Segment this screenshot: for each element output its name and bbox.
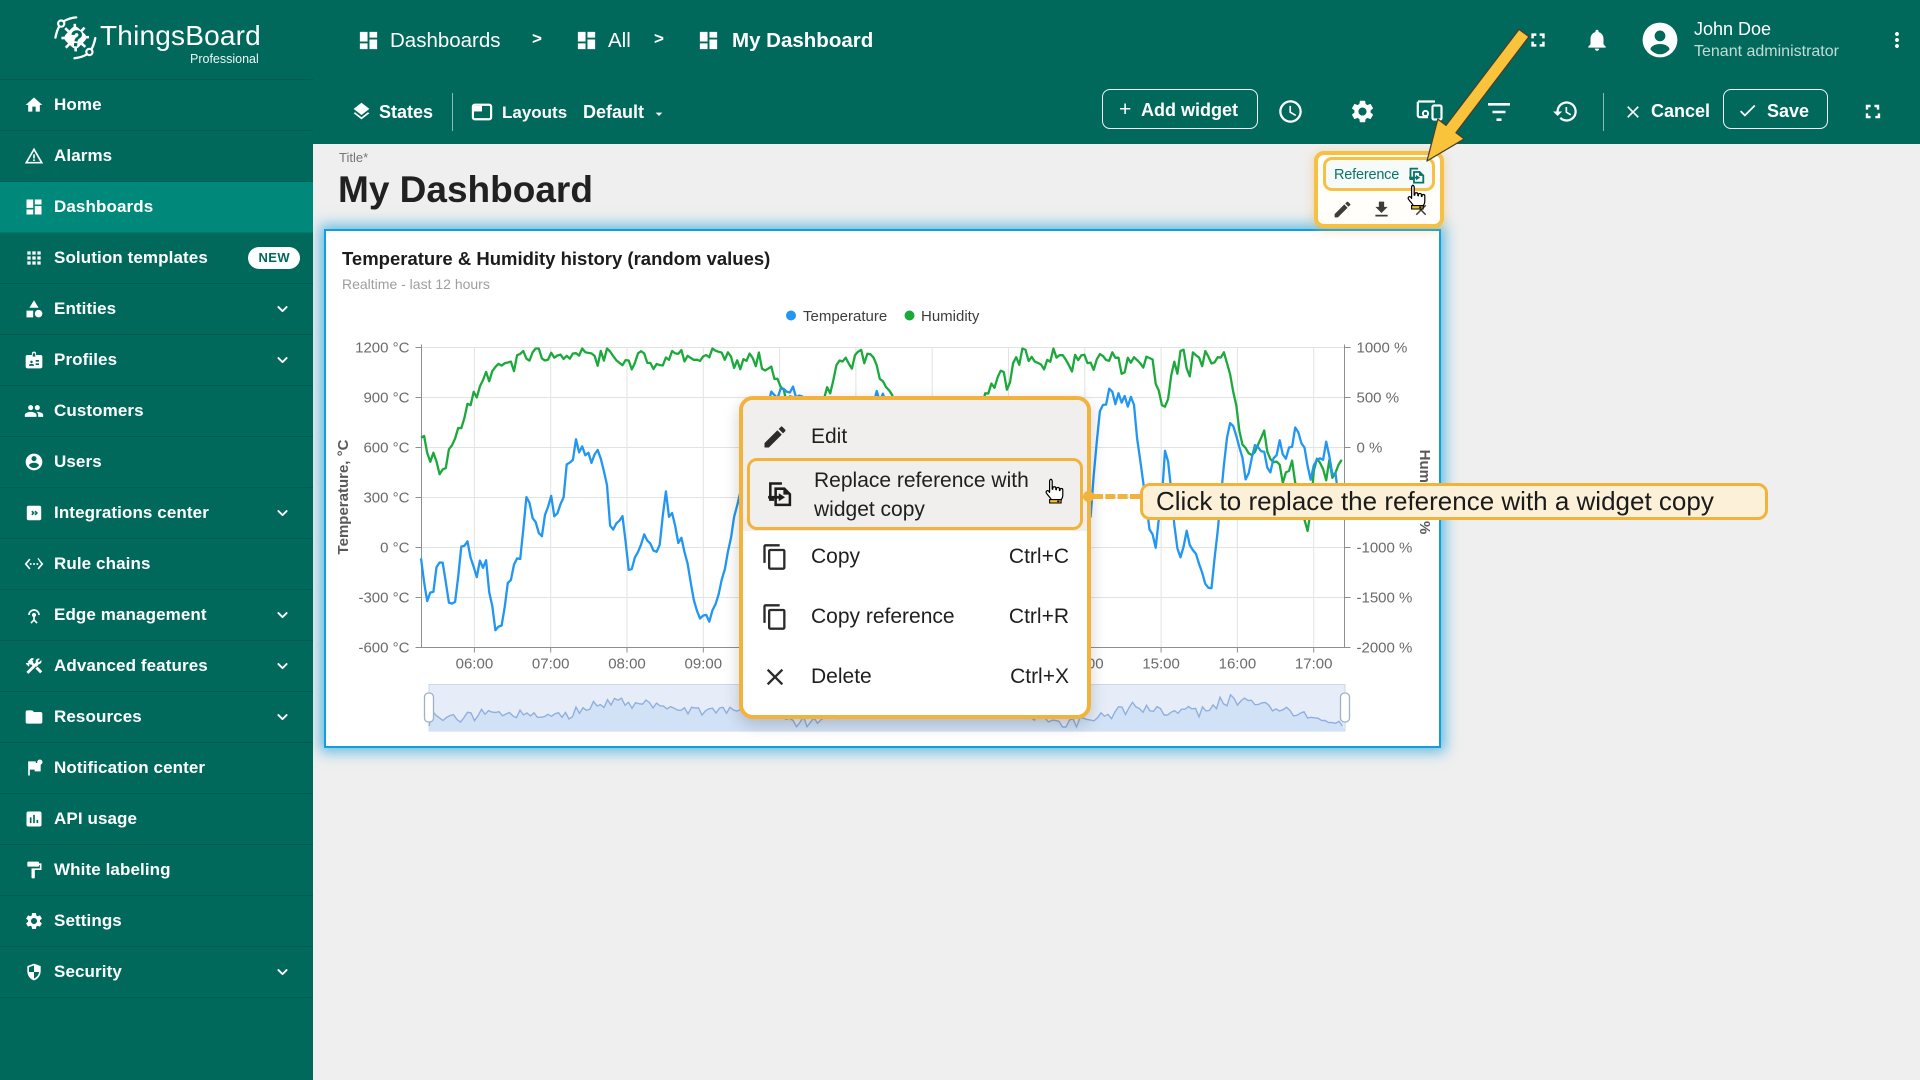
svg-text:15:00: 15:00 [1142, 656, 1180, 673]
svg-text:16:00: 16:00 [1219, 656, 1257, 673]
svg-text:Temperature, °C: Temperature, °C [335, 439, 352, 554]
svg-text:0 %: 0 % [1357, 440, 1383, 457]
svg-text:07:00: 07:00 [532, 656, 570, 673]
svg-text:0 °C: 0 °C [380, 540, 410, 557]
svg-text:17:00: 17:00 [1295, 656, 1333, 673]
svg-text:300 °C: 300 °C [363, 490, 409, 507]
svg-text:-1000 %: -1000 % [1357, 540, 1413, 557]
svg-text:Humidity: Humidity [921, 308, 980, 325]
svg-text:08:00: 08:00 [608, 656, 646, 673]
svg-text:1200 °C: 1200 °C [355, 340, 410, 357]
svg-text:1000 %: 1000 % [1357, 340, 1408, 357]
svg-text:06:00: 06:00 [456, 656, 494, 673]
svg-text:-1500 %: -1500 % [1357, 590, 1413, 607]
svg-text:900 °C: 900 °C [363, 390, 409, 407]
svg-text:500 %: 500 % [1357, 390, 1400, 407]
svg-text:-600 °C: -600 °C [358, 640, 409, 657]
svg-text:600 °C: 600 °C [363, 440, 409, 457]
svg-text:09:00: 09:00 [685, 656, 723, 673]
svg-text:Temperature: Temperature [803, 308, 887, 325]
svg-text:-2000 %: -2000 % [1357, 640, 1413, 657]
svg-text:-300 °C: -300 °C [358, 590, 409, 607]
